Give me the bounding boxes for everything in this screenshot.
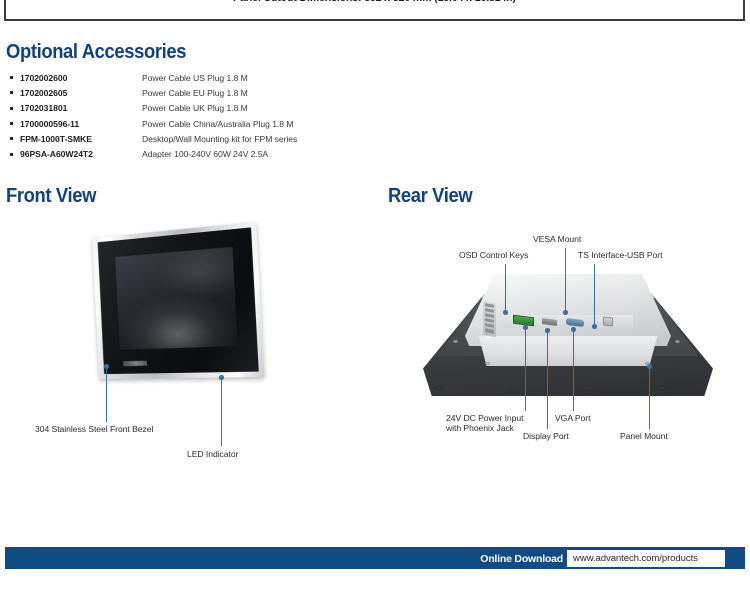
callout-label-front-bezel: 304 Stainless Steel Front Bezel bbox=[35, 424, 154, 434]
accessory-description: Power Cable EU Plug 1.8 M bbox=[142, 87, 248, 98]
accessory-description: Power Cable China/Australia Plug 1.8 M bbox=[142, 118, 294, 129]
callout-line-led-indicator bbox=[221, 379, 223, 446]
front-panel-monitor-image bbox=[92, 221, 265, 380]
accessory-part-number: 1702002600 bbox=[20, 72, 68, 83]
rear-chassis-lower bbox=[478, 336, 658, 366]
osd-control-keys bbox=[483, 300, 496, 338]
optional-accessories-heading: Optional Accessories bbox=[6, 41, 187, 63]
callout-dot-ts-interface-usb-port bbox=[592, 324, 597, 329]
accessory-description: Power Cable US Plug 1.8 M bbox=[142, 72, 248, 83]
callout-line-vga-port bbox=[573, 331, 575, 411]
callout-line-display-port bbox=[547, 332, 549, 429]
front-view-heading: Front View bbox=[6, 185, 97, 207]
accessory-part-number: 1702002605 bbox=[20, 87, 68, 98]
mount-hole-icon bbox=[509, 390, 516, 394]
callout-line-dc-power-input bbox=[525, 329, 527, 411]
datasheet-page: Panel Cutout Dimensions: 382 x 320 mm (1… bbox=[0, 0, 750, 591]
rear-view-figure: VESA Mount OSD Control Keys TS Interface… bbox=[375, 212, 750, 477]
callout-dot-vesa-mount bbox=[563, 310, 568, 315]
callout-label-vesa-mount: VESA Mount bbox=[533, 234, 582, 244]
footer-url-text[interactable]: www.advantech.com/products bbox=[573, 553, 698, 564]
footer-url-box[interactable]: www.advantech.com/products bbox=[567, 549, 725, 567]
accessory-description: Power Cable UK Plug 1.8 M bbox=[142, 103, 248, 114]
usb-port-connector bbox=[603, 316, 613, 327]
accessory-part-number: FPM-1000T-SMKE bbox=[20, 133, 92, 144]
bullet-square-icon bbox=[10, 137, 13, 141]
callout-label-display-port: Display Port bbox=[523, 431, 569, 441]
callout-label-vga-port: VGA Port bbox=[555, 413, 591, 423]
callout-label-led-indicator: LED Indicator bbox=[187, 449, 239, 459]
bullet-square-icon bbox=[10, 91, 13, 95]
front-view-figure: 304 Stainless Steel Front Bezel LED Indi… bbox=[0, 212, 375, 477]
callout-label-dc-power-input: 24V DC Power Input bbox=[446, 413, 524, 423]
accessory-description: Desktop/Wall Mounting kit for FPM series bbox=[142, 133, 298, 144]
brand-logo bbox=[122, 360, 147, 367]
mount-hole-icon bbox=[583, 390, 590, 394]
callout-label-dc-power-input-line2: with Phoenix Jack bbox=[446, 423, 514, 433]
list-item: 1702002605 Power Cable EU Plug 1.8 M bbox=[10, 85, 370, 100]
callout-label-osd-control-keys: OSD Control Keys bbox=[459, 250, 529, 260]
mount-hole-icon bbox=[659, 386, 666, 390]
list-item: 96PSA-A60W24T2 Adapter 100-240V 60W 24V … bbox=[10, 146, 370, 161]
accessory-part-number: 1702031801 bbox=[20, 103, 68, 114]
panel-cutout-dimensions-text: Panel Cutout Dimensions: 382 x 320 mm (1… bbox=[6, 0, 743, 4]
callout-dot-osd-control-keys bbox=[503, 310, 508, 315]
display-screen bbox=[114, 246, 238, 350]
callout-line-front-bezel bbox=[106, 368, 108, 422]
callout-line-vesa-mount bbox=[565, 248, 567, 312]
callout-label-panel-mount: Panel Mount bbox=[620, 431, 668, 441]
panel-cutout-box: Panel Cutout Dimensions: 382 x 320 mm (1… bbox=[4, 0, 745, 21]
bullet-square-icon bbox=[10, 122, 13, 126]
rear-panel-device-image bbox=[423, 274, 713, 396]
accessory-part-number: 1700000596-11 bbox=[20, 118, 80, 129]
accessory-part-number: 96PSA-A60W24T2 bbox=[20, 149, 93, 160]
list-item: 1702002600 Power Cable US Plug 1.8 M bbox=[10, 70, 370, 85]
bullet-square-icon bbox=[10, 106, 13, 110]
footer-bar: Online Download www.advantech.com/produc… bbox=[5, 547, 745, 569]
callout-line-ts-interface-usb-port bbox=[594, 264, 596, 326]
callout-line-osd-control-keys bbox=[505, 264, 507, 312]
bullet-square-icon bbox=[10, 152, 13, 156]
list-item: 1700000596-11 Power Cable China/Australi… bbox=[10, 116, 370, 131]
list-item: 1702031801 Power Cable UK Plug 1.8 M bbox=[10, 101, 370, 116]
rear-view-heading: Rear View bbox=[388, 185, 473, 207]
mount-hole-icon bbox=[435, 386, 442, 390]
callout-label-ts-interface-usb-port: TS Interface-USB Port bbox=[578, 250, 663, 260]
callout-line-panel-mount bbox=[649, 368, 651, 429]
black-inner-bezel bbox=[97, 227, 259, 375]
list-item: FPM-1000T-SMKE Desktop/Wall Mounting kit… bbox=[10, 131, 370, 146]
online-download-label: Online Download bbox=[480, 552, 563, 565]
optional-accessories-list: 1702002600 Power Cable US Plug 1.8 M 170… bbox=[10, 70, 370, 162]
bullet-square-icon bbox=[10, 76, 13, 80]
accessory-description: Adapter 100-240V 60W 24V 2.5A bbox=[142, 149, 269, 160]
